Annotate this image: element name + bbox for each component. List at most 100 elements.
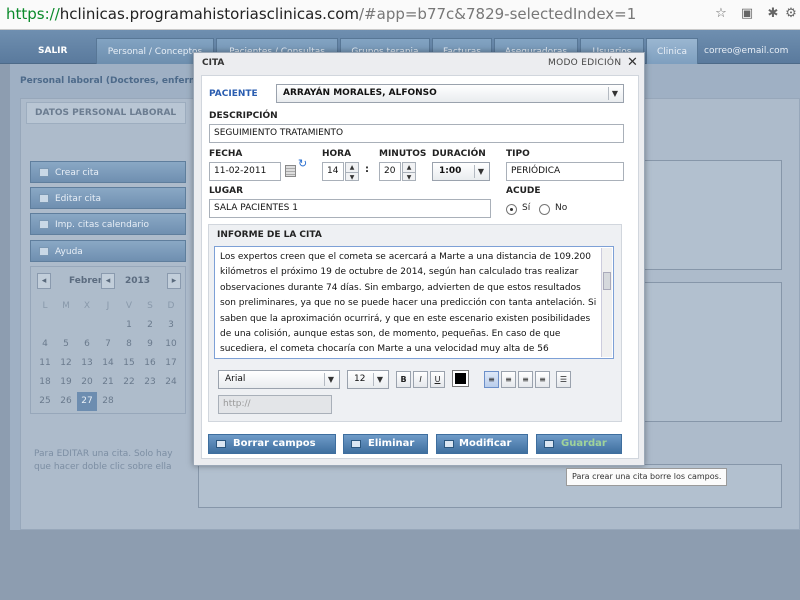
link-url-field[interactable]: http://	[218, 395, 332, 414]
save-icon	[544, 440, 554, 448]
align-center-icon[interactable]: ≡	[501, 371, 516, 388]
bookmark-star-icon[interactable]: ☆	[712, 6, 730, 24]
lugar-label: LUGAR	[209, 186, 244, 196]
bg-table-block	[644, 160, 782, 270]
bold-icon[interactable]: B	[396, 371, 411, 388]
calendar-day[interactable]: 27	[77, 392, 97, 411]
prev-year-arrow-icon[interactable]: ◂	[101, 273, 115, 289]
down-arrow-icon[interactable]: ▼	[403, 172, 415, 181]
calendar-day[interactable]: 28	[98, 392, 118, 411]
underline-icon[interactable]: U	[430, 371, 445, 388]
calendar-day[interactable]: 21	[98, 373, 118, 392]
close-icon[interactable]: ✕	[627, 55, 638, 70]
calendar-day[interactable]: 17	[161, 354, 181, 373]
extension-icon[interactable]: ▣	[738, 6, 756, 24]
calendar-day[interactable]: 9	[140, 335, 160, 354]
up-arrow-icon[interactable]: ▲	[403, 163, 415, 172]
hora-field[interactable]: 14	[322, 162, 344, 181]
font-select[interactable]: Arial ▼	[218, 370, 340, 389]
descripcion-field[interactable]: SEGUIMIENTO TRATAMIENTO	[209, 124, 624, 143]
paciente-select[interactable]: ARRAYÁN MORALES, ALFONSO ▼	[276, 84, 624, 103]
calendar-day[interactable]: 15	[119, 354, 139, 373]
up-arrow-icon[interactable]: ▲	[346, 163, 358, 172]
calendar-day[interactable]: 12	[56, 354, 76, 373]
editar-cita-button[interactable]: Editar cita	[30, 187, 186, 209]
textarea-scrollbar[interactable]	[601, 248, 612, 357]
calendar-day[interactable]: 6	[77, 335, 97, 354]
calendar-header: ◂ Febrero ◂ 2013 ▸	[37, 273, 181, 291]
calendar-day[interactable]: 7	[98, 335, 118, 354]
align-left-icon[interactable]: ≡	[484, 371, 499, 388]
minutos-stepper[interactable]: ▲ ▼	[402, 162, 416, 181]
wrench-icon[interactable]: ⚙	[782, 6, 800, 24]
modificar-button[interactable]: Modificar	[436, 434, 528, 454]
calendar-day[interactable]: 16	[140, 354, 160, 373]
calendar-day	[140, 392, 160, 411]
weekday-label: J	[106, 301, 110, 311]
fecha-field[interactable]: 11-02-2011	[209, 162, 281, 181]
paciente-value: ARRAYÁN MORALES, ALFONSO	[283, 88, 437, 98]
acude-si-radio[interactable]	[506, 204, 517, 215]
refresh-icon[interactable]: ↻	[298, 157, 307, 170]
salir-button[interactable]: SALIR	[38, 38, 67, 64]
hora-stepper[interactable]: ▲ ▼	[345, 162, 359, 181]
calendar-day[interactable]: 20	[77, 373, 97, 392]
weekday-label: X	[83, 301, 91, 311]
calendar-day[interactable]: 4	[35, 335, 55, 354]
calendar-day[interactable]: 14	[98, 354, 118, 373]
breadcrumb: Personal laboral (Doctores, enfermos...	[20, 76, 221, 86]
acude-no-radio[interactable]	[539, 204, 550, 215]
edit-icon	[39, 194, 49, 203]
borrar-campos-button[interactable]: Borrar campos	[208, 434, 336, 454]
calendar-day[interactable]: 18	[35, 373, 55, 392]
italic-icon[interactable]: I	[413, 371, 428, 388]
tipo-field[interactable]: PERIÓDICA	[506, 162, 624, 181]
chevron-down-icon: ▼	[324, 373, 337, 386]
chevron-down-icon: ▼	[474, 165, 487, 178]
ayuda-button[interactable]: Ayuda	[30, 240, 186, 262]
calendar-year: 2013	[125, 276, 151, 286]
calendar-day[interactable]: 25	[35, 392, 55, 411]
imprimir-citas-button[interactable]: Imp. citas calendario	[30, 213, 186, 235]
down-arrow-icon[interactable]: ▼	[346, 172, 358, 181]
eliminar-label: Eliminar	[368, 438, 415, 449]
calendar-day[interactable]: 24	[161, 373, 181, 392]
minutos-field[interactable]: 20	[379, 162, 401, 181]
calendar-day[interactable]: 10	[161, 335, 181, 354]
calendar-day[interactable]: 13	[77, 354, 97, 373]
text-color-picker[interactable]	[452, 370, 469, 387]
calendar-day	[119, 392, 139, 411]
calendar-day[interactable]: 3	[161, 316, 181, 335]
paciente-label: PACIENTE	[209, 89, 258, 99]
calendar-day[interactable]: 19	[56, 373, 76, 392]
guardar-button[interactable]: Guardar	[536, 434, 622, 454]
prev-month-arrow-icon[interactable]: ◂	[37, 273, 51, 289]
address-bar[interactable]: https://hclinicas.programahistoriasclini…	[6, 5, 636, 23]
font-size-select[interactable]: 12 ▼	[347, 370, 389, 389]
calendar-day[interactable]: 26	[56, 392, 76, 411]
list-icon[interactable]: ☰	[556, 371, 571, 388]
informe-textarea[interactable]: Los expertos creen que el cometa se acer…	[214, 246, 614, 359]
calendar-day[interactable]: 2	[140, 316, 160, 335]
calendar-day[interactable]: 22	[119, 373, 139, 392]
weekday-label: S	[147, 301, 153, 311]
align-justify-icon[interactable]: ≡	[535, 371, 550, 388]
align-right-icon[interactable]: ≡	[518, 371, 533, 388]
scrollbar-thumb[interactable]	[603, 272, 611, 290]
crear-cita-button[interactable]: Crear cita	[30, 161, 186, 183]
next-arrow-icon[interactable]: ▸	[167, 273, 181, 289]
calendar-day[interactable]: 1	[119, 316, 139, 335]
tools-icon[interactable]: ✱	[764, 6, 782, 24]
weekday-label: L	[42, 301, 48, 311]
calendar-day[interactable]: 23	[140, 373, 160, 392]
fecha-label: FECHA	[209, 149, 243, 159]
font-size-value: 12	[354, 374, 366, 384]
tab-clinica[interactable]: Clinica	[646, 38, 698, 64]
calendar-day[interactable]: 5	[56, 335, 76, 354]
lugar-field[interactable]: SALA PACIENTES 1	[209, 199, 491, 218]
calendar-picker-icon[interactable]	[285, 165, 296, 177]
eliminar-button[interactable]: Eliminar	[343, 434, 428, 454]
calendar-day[interactable]: 11	[35, 354, 55, 373]
duracion-select[interactable]: 1:00 ▼	[432, 162, 490, 181]
calendar-day[interactable]: 8	[119, 335, 139, 354]
